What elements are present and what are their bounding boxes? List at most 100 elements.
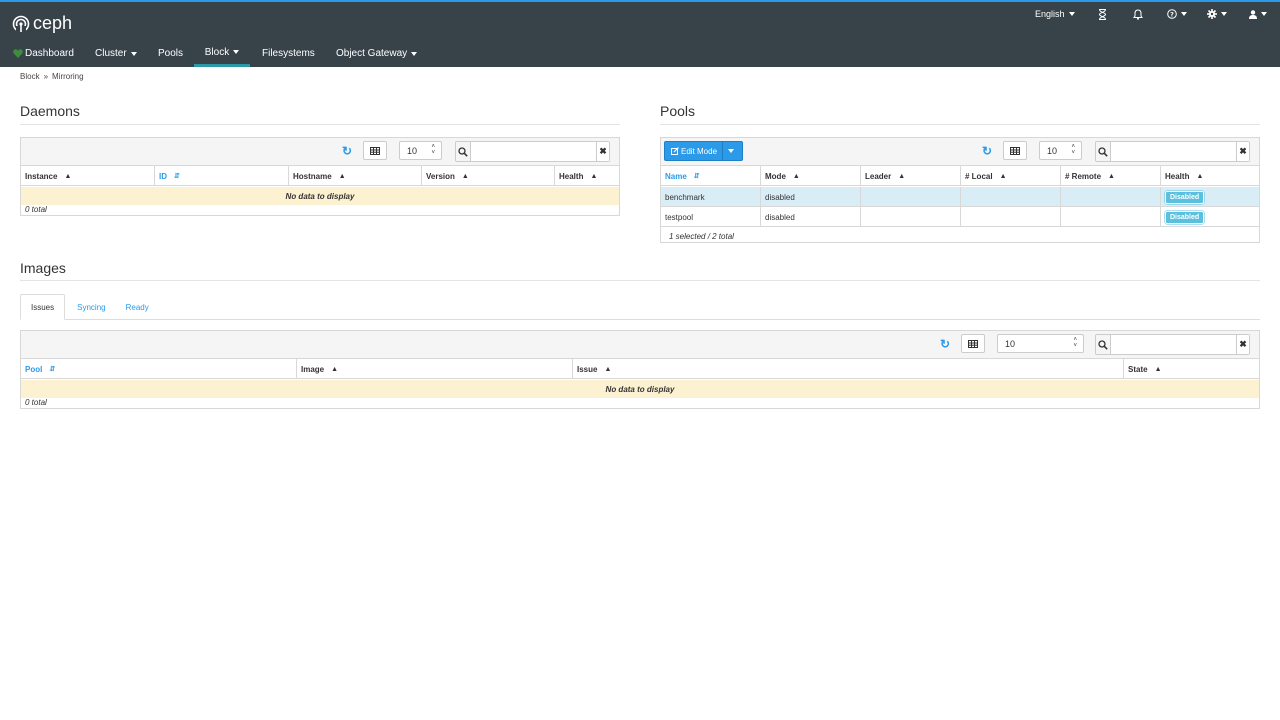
refresh-icon[interactable]: ↻ — [937, 336, 953, 352]
ceph-logo-icon — [12, 15, 30, 33]
sort-icon: ▲ — [1108, 172, 1115, 180]
breadcrumb-item-mirroring: Mirroring — [52, 72, 84, 81]
column-header-mode[interactable]: Mode ▲ — [761, 166, 861, 186]
help-menu[interactable]: ? — [1167, 8, 1187, 20]
column-header-id[interactable]: ID ⇵ — [155, 166, 289, 186]
tab-syncing[interactable]: Syncing — [67, 294, 115, 320]
column-label: Pool — [25, 364, 43, 374]
refresh-icon[interactable]: ↻ — [339, 143, 355, 159]
column-header-leader[interactable]: Leader ▲ — [861, 166, 961, 186]
column-header-remote[interactable]: # Remote ▲ — [1061, 166, 1161, 186]
table-icon — [968, 339, 978, 348]
column-label: Health — [559, 171, 584, 181]
hourglass-icon[interactable] — [1098, 8, 1107, 20]
column-header-issue[interactable]: Issue ▲ — [573, 359, 1124, 379]
stepper-icon[interactable]: ˄ ˅ — [431, 144, 435, 156]
search-icon — [1096, 335, 1112, 354]
nav-pools[interactable]: Pools — [152, 40, 189, 67]
user-menu[interactable] — [1249, 8, 1267, 20]
language-selector[interactable]: English — [1035, 8, 1075, 20]
nav-object-gateway[interactable]: Object Gateway — [330, 40, 423, 67]
edit-mode-dropdown-toggle[interactable] — [722, 142, 739, 160]
stepper-icon[interactable]: ˄ ˅ — [1073, 337, 1077, 349]
sort-icon: ▲ — [604, 365, 612, 373]
search-input[interactable] — [1111, 335, 1237, 354]
breadcrumb-item-block[interactable]: Block — [20, 72, 40, 81]
images-title: Images — [20, 260, 66, 276]
cell-health: Disabled — [1161, 207, 1259, 227]
column-label: ID — [159, 171, 167, 181]
clear-search-icon[interactable]: ✖ — [1236, 142, 1249, 161]
cell-leader — [861, 207, 961, 227]
edit-mode-label: Edit Mode — [681, 146, 718, 156]
column-label: Name — [665, 171, 687, 181]
edit-mode-main[interactable]: Edit Mode — [665, 147, 722, 156]
column-header-hostname[interactable]: Hostname ▲ — [289, 166, 422, 186]
column-header-instance[interactable]: Instance ▲ — [21, 166, 155, 186]
empty-state-row: No data to display — [21, 380, 1259, 398]
tab-issues[interactable]: Issues — [20, 294, 66, 320]
nav-block-label: Block — [204, 46, 230, 58]
nav-cluster[interactable]: Cluster — [89, 40, 143, 67]
status-badge: Disabled — [1165, 190, 1205, 204]
nav-block[interactable]: Block — [194, 40, 250, 67]
column-header-version[interactable]: Version ▲ — [422, 166, 555, 186]
column-header-health[interactable]: Health ▲ — [1161, 166, 1259, 186]
settings-menu[interactable] — [1207, 8, 1227, 20]
search-input[interactable] — [471, 142, 597, 161]
column-header-state[interactable]: State ▲ — [1124, 359, 1259, 379]
nav-cluster-label: Cluster — [95, 48, 127, 59]
sort-icon: ▲ — [590, 172, 598, 180]
column-header-local[interactable]: # Local ▲ — [961, 166, 1061, 186]
clear-search-icon[interactable]: ✖ — [1236, 335, 1249, 354]
app-name: ceph — [33, 13, 73, 33]
cell-name: testpool — [661, 207, 761, 227]
sort-icon: ▲ — [331, 365, 339, 373]
heart-icon — [13, 49, 23, 58]
bell-icon[interactable] — [1133, 8, 1143, 20]
pools-table: Edit Mode ↻ 10 ˄ ˅ ✖ Name ⇵ Mode ▲ Leader ▲ … — [660, 137, 1260, 243]
chevron-down-icon — [728, 149, 735, 153]
column-header-image[interactable]: Image ▲ — [297, 359, 573, 379]
chevron-down-icon — [411, 51, 418, 56]
column-label: Image — [301, 364, 325, 374]
cell-leader — [861, 187, 961, 207]
table-row[interactable]: testpool disabled Disabled — [661, 207, 1259, 227]
sort-icon: ▲ — [338, 172, 346, 180]
nav-object-gateway-label: Object Gateway — [336, 48, 408, 59]
cell-mode: disabled — [761, 187, 861, 207]
stepper-icon[interactable]: ˄ ˅ — [1071, 144, 1075, 156]
chevron-down-icon — [233, 50, 240, 54]
table-columns-button[interactable] — [961, 334, 985, 353]
table-row[interactable]: benchmark disabled Disabled — [661, 187, 1259, 207]
sort-ascending-icon: ⇵ — [49, 366, 56, 373]
clear-search-icon[interactable]: ✖ — [596, 142, 609, 161]
table-footer: 0 total — [25, 205, 47, 214]
tab-ready[interactable]: Ready — [116, 294, 159, 320]
svg-text:?: ? — [1170, 10, 1174, 18]
search-icon — [1096, 142, 1112, 161]
column-header-name[interactable]: Name ⇵ — [661, 166, 761, 186]
table-columns-button[interactable] — [1003, 141, 1027, 160]
images-tabs: Issues Syncing Ready — [20, 294, 159, 320]
chevron-down-icon — [1261, 12, 1267, 16]
refresh-icon[interactable]: ↻ — [979, 143, 995, 159]
column-header-health[interactable]: Health ▲ — [555, 166, 619, 186]
table-columns-button[interactable] — [363, 141, 387, 160]
column-header-pool[interactable]: Pool ⇵ — [21, 359, 297, 379]
page-size-input[interactable]: 10 ˄ ˅ — [399, 141, 442, 160]
cell-remote — [1061, 207, 1161, 227]
nav-dashboard[interactable]: Dashboard — [7, 40, 80, 67]
edit-mode-button[interactable]: Edit Mode — [664, 141, 743, 161]
ceph-logo[interactable]: ceph — [12, 13, 72, 34]
search-input[interactable] — [1111, 142, 1237, 161]
search-box: ✖ — [1095, 334, 1250, 355]
pools-title: Pools — [660, 103, 696, 119]
images-header-row: Pool ⇵ Image ▲ Issue ▲ State ▲ — [21, 359, 1259, 379]
nav-filesystems[interactable]: Filesystems — [256, 40, 321, 67]
page-size-input[interactable]: 10 ˄ ˅ — [997, 334, 1084, 353]
page-size-input[interactable]: 10 ˄ ˅ — [1039, 141, 1082, 160]
column-label: State — [1128, 364, 1148, 374]
sort-icon: ▲ — [1196, 172, 1204, 180]
status-badge: Disabled — [1165, 210, 1205, 224]
